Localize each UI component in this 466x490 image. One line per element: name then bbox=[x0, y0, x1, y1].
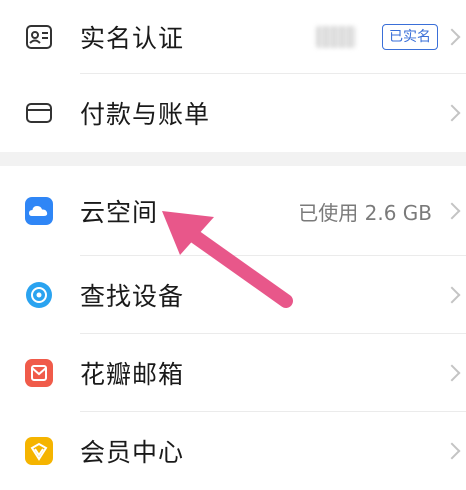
find-device-icon bbox=[24, 280, 54, 310]
label-mail: 花瓣邮箱 bbox=[80, 360, 185, 389]
row-payment[interactable]: 付款与账单 bbox=[0, 74, 466, 152]
label-payment: 付款与账单 bbox=[80, 100, 211, 129]
member-icon bbox=[24, 436, 54, 466]
account-group: 实名认证 已实名 付款与账单 bbox=[0, 0, 466, 152]
cloud-icon bbox=[24, 196, 54, 226]
blurred-name bbox=[316, 26, 356, 48]
storage-used-value: 已使用 2.6 GB bbox=[298, 200, 432, 225]
label-member-center: 会员中心 bbox=[80, 438, 185, 467]
chevron-right-icon bbox=[443, 104, 461, 122]
row-cloud-space[interactable]: 云空间 已使用 2.6 GB bbox=[0, 166, 466, 256]
verified-badge: 已实名 bbox=[382, 24, 438, 50]
chevron-right-icon bbox=[443, 28, 461, 46]
chevron-right-icon bbox=[443, 364, 461, 382]
chevron-right-icon bbox=[443, 202, 461, 220]
label-find-device: 查找设备 bbox=[80, 282, 185, 311]
chevron-right-icon bbox=[443, 442, 461, 460]
row-member-center[interactable]: 会员中心 bbox=[0, 412, 466, 490]
row-find-device[interactable]: 查找设备 bbox=[0, 256, 466, 334]
label-cloud-space: 云空间 bbox=[80, 198, 159, 227]
chevron-right-icon bbox=[443, 286, 461, 304]
mail-icon bbox=[24, 358, 54, 388]
card-icon bbox=[24, 98, 54, 128]
row-real-name[interactable]: 实名认证 已实名 bbox=[0, 0, 466, 74]
section-gap bbox=[0, 152, 466, 166]
label-real-name: 实名认证 bbox=[80, 24, 185, 53]
services-group: 云空间 已使用 2.6 GB 查找设备 花瓣邮箱 会员中心 bbox=[0, 166, 466, 490]
row-mail[interactable]: 花瓣邮箱 bbox=[0, 334, 466, 412]
id-card-icon bbox=[24, 22, 54, 52]
